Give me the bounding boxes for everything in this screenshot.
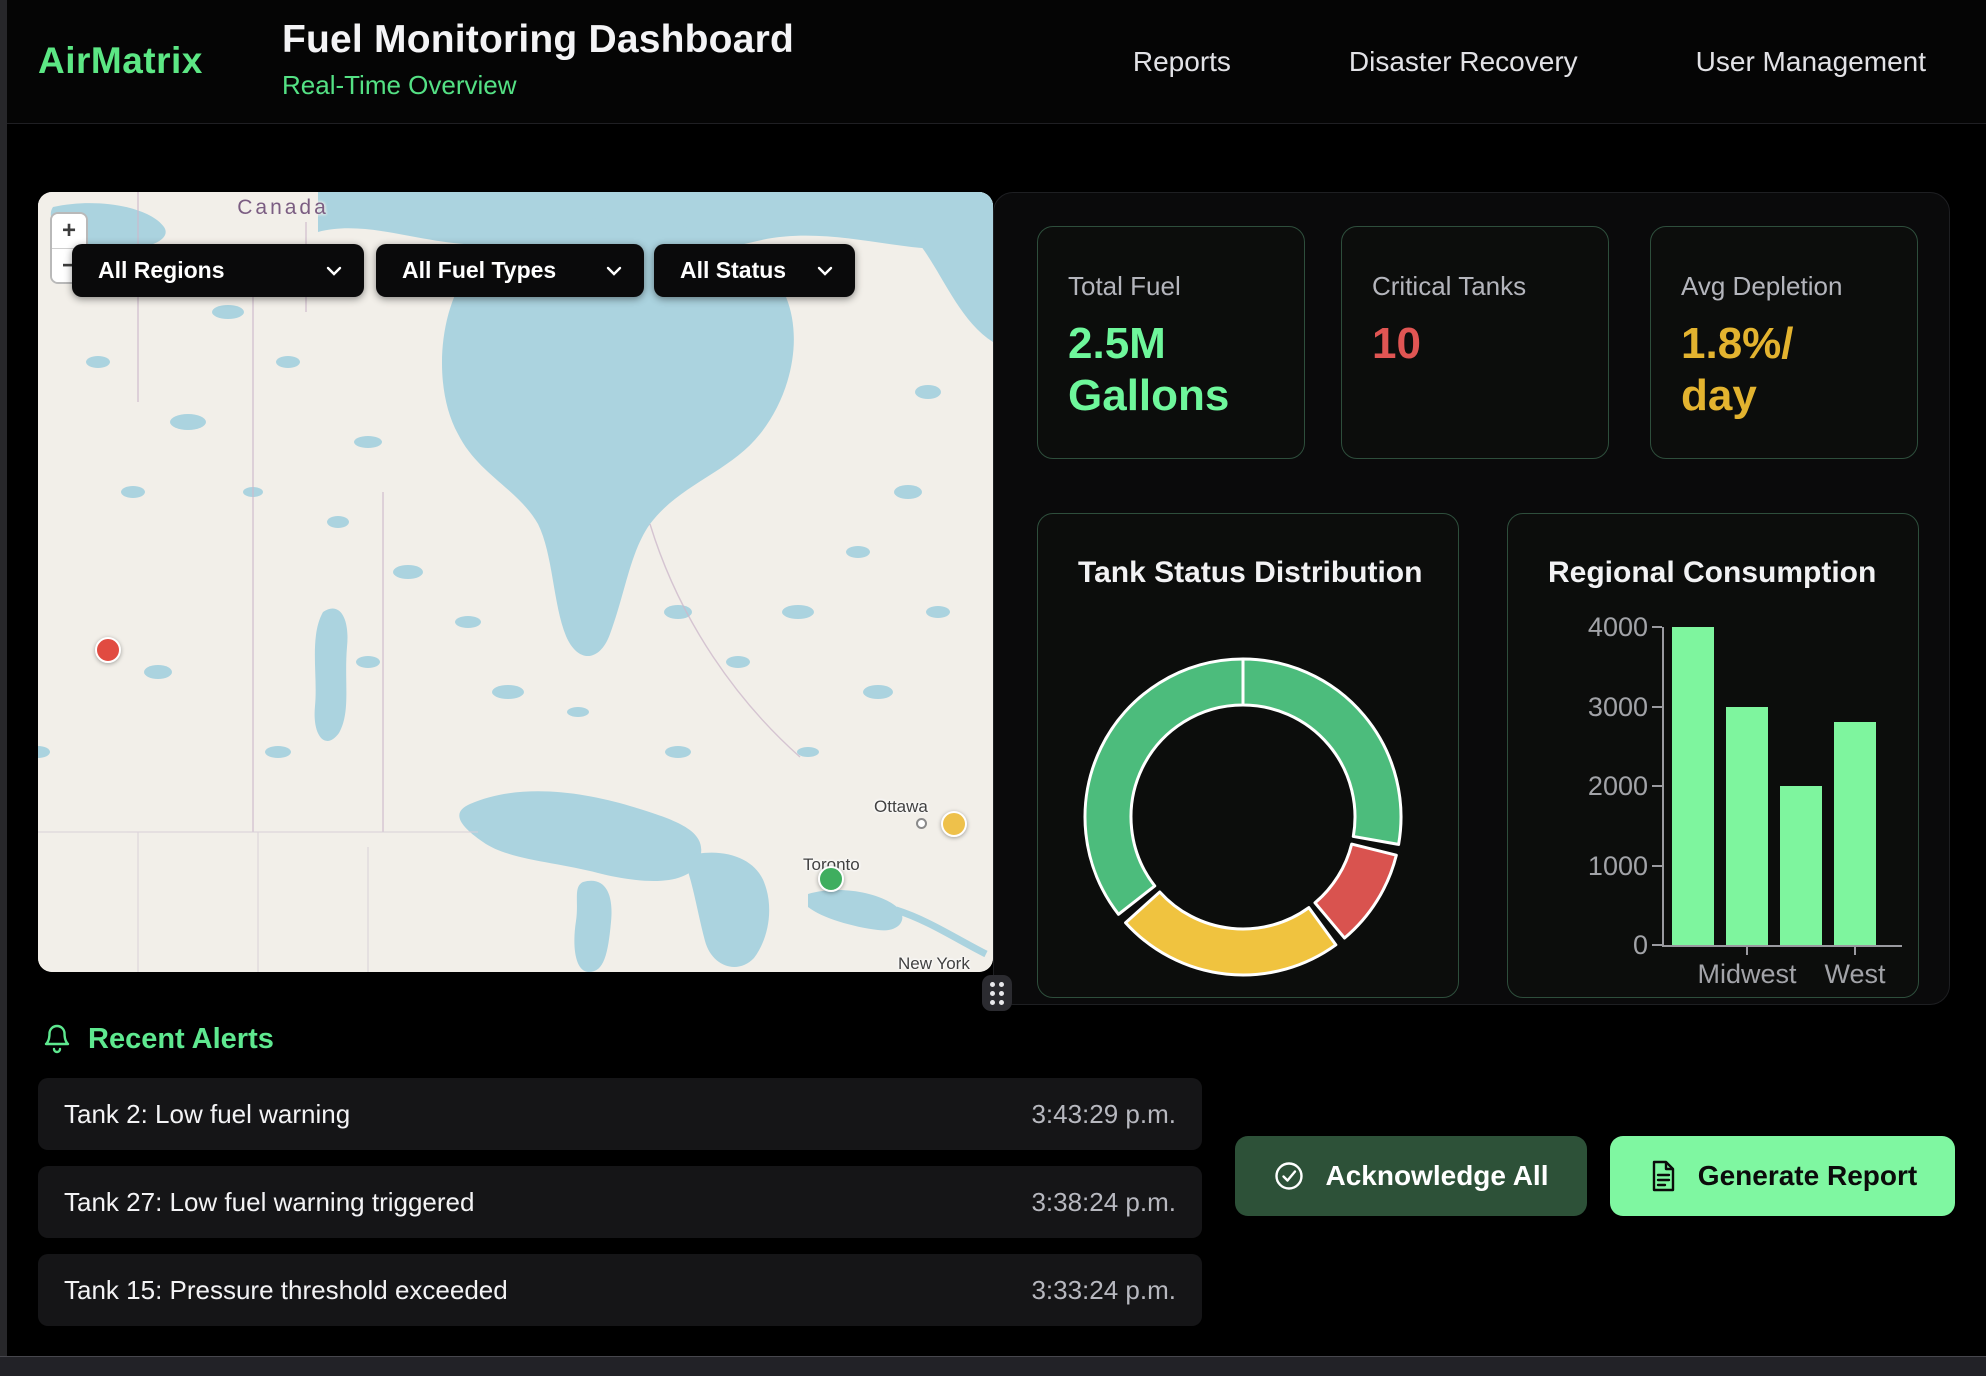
stat-value: 2.5M <box>1068 318 1274 370</box>
window-left-edge <box>0 0 7 1376</box>
stat-value-line2: Gallons <box>1068 370 1274 422</box>
alert-row[interactable]: Tank 27: Low fuel warning triggered 3:38… <box>38 1166 1202 1238</box>
fuel-map[interactable]: Canada Ottawa Toronto New York + − All R… <box>38 192 993 972</box>
stat-label: Critical Tanks <box>1372 271 1578 302</box>
recent-alerts-header: Recent Alerts <box>42 1022 274 1056</box>
tank-status-donut-chart[interactable] <box>1063 637 1423 997</box>
y-tick-label: 4000 <box>1538 612 1648 643</box>
regional-consumption-bar-chart[interactable]: 01000200030004000MidwestWest <box>1508 514 1918 997</box>
acknowledge-all-button[interactable]: Acknowledge All <box>1235 1136 1587 1216</box>
y-axis <box>1662 627 1664 947</box>
y-tick-label: 3000 <box>1538 692 1648 723</box>
stat-card-total-fuel: Total Fuel 2.5M Gallons <box>1037 226 1305 459</box>
generate-report-button[interactable]: Generate Report <box>1610 1136 1955 1216</box>
page-title: Fuel Monitoring Dashboard <box>282 18 794 62</box>
zoom-in-button[interactable]: + <box>52 214 86 248</box>
check-circle-icon <box>1273 1160 1305 1192</box>
region-filter-dropdown[interactable]: All Regions <box>72 244 364 297</box>
chevron-down-icon <box>580 266 622 276</box>
fuel-type-filter-value: All Fuel Types <box>402 257 556 284</box>
consumption-bar[interactable] <box>1780 786 1822 945</box>
title-block: Fuel Monitoring Dashboard Real-Time Over… <box>282 18 794 101</box>
nav-user-management[interactable]: User Management <box>1696 46 1926 78</box>
alert-message: Tank 15: Pressure threshold exceeded <box>64 1275 508 1306</box>
alert-row[interactable]: Tank 15: Pressure threshold exceeded 3:3… <box>38 1254 1202 1326</box>
overview-panel: Total Fuel 2.5M Gallons Critical Tanks 1… <box>993 192 1950 1005</box>
chart-title: Tank Status Distribution <box>1078 556 1422 590</box>
recent-alerts-title: Recent Alerts <box>88 1023 274 1056</box>
map-country-label: Canada <box>228 196 338 220</box>
x-axis <box>1662 945 1902 947</box>
stat-label: Avg Depletion <box>1681 271 1887 302</box>
consumption-bar[interactable] <box>1726 707 1768 946</box>
nav-reports[interactable]: Reports <box>1133 46 1231 78</box>
main-nav: Reports Disaster Recovery User Managemen… <box>1133 0 1926 124</box>
alert-timestamp: 3:33:24 p.m. <box>1031 1275 1176 1306</box>
region-filter-value: All Regions <box>98 257 225 284</box>
map-city-label-ottawa: Ottawa <box>874 797 928 817</box>
y-tick-label: 0 <box>1538 930 1648 961</box>
status-filter-dropdown[interactable]: All Status <box>654 244 855 297</box>
stat-card-avg-depletion: Avg Depletion 1.8%/ day <box>1650 226 1918 459</box>
nav-disaster-recovery[interactable]: Disaster Recovery <box>1349 46 1578 78</box>
generate-report-label: Generate Report <box>1698 1160 1917 1192</box>
chevron-down-icon <box>300 266 342 276</box>
alert-timestamp: 3:43:29 p.m. <box>1031 1099 1176 1130</box>
brand-logo[interactable]: AirMatrix <box>38 40 203 82</box>
fuel-type-filter-dropdown[interactable]: All Fuel Types <box>376 244 644 297</box>
tank-marker-critical[interactable] <box>95 637 121 663</box>
tank-marker-warning[interactable] <box>941 811 967 837</box>
document-icon <box>1648 1159 1678 1193</box>
stat-value: 10 <box>1372 318 1578 370</box>
dashboard-root: AirMatrix Fuel Monitoring Dashboard Real… <box>0 0 1986 1376</box>
alert-message: Tank 27: Low fuel warning triggered <box>64 1187 474 1218</box>
stat-value-line2: day <box>1681 370 1887 422</box>
stat-label: Total Fuel <box>1068 271 1274 302</box>
stat-card-critical-tanks: Critical Tanks 10 <box>1341 226 1609 459</box>
y-tick-label: 2000 <box>1538 771 1648 802</box>
alert-timestamp: 3:38:24 p.m. <box>1031 1187 1176 1218</box>
alert-row[interactable]: Tank 2: Low fuel warning 3:43:29 p.m. <box>38 1078 1202 1150</box>
town-dot-icon <box>916 818 927 829</box>
x-tick-label: West <box>1785 959 1925 990</box>
app-header: AirMatrix Fuel Monitoring Dashboard Real… <box>0 0 1986 124</box>
regional-consumption-chart-card: Regional Consumption 01000200030004000Mi… <box>1507 513 1919 998</box>
consumption-bar[interactable] <box>1834 722 1876 945</box>
stat-value: 1.8%/ <box>1681 318 1887 370</box>
consumption-bar[interactable] <box>1672 627 1714 945</box>
status-filter-value: All Status <box>680 257 786 284</box>
resize-grip-icon[interactable] <box>982 975 1012 1011</box>
horizontal-scrollbar[interactable] <box>0 1356 1986 1376</box>
bell-icon <box>42 1022 72 1056</box>
chevron-down-icon <box>791 266 833 276</box>
tank-status-chart-card: Tank Status Distribution <box>1037 513 1459 998</box>
page-subtitle: Real-Time Overview <box>282 70 794 101</box>
alert-message: Tank 2: Low fuel warning <box>64 1099 350 1130</box>
map-city-label-new-york: New York <box>898 954 970 972</box>
acknowledge-all-label: Acknowledge All <box>1325 1160 1548 1192</box>
y-tick-label: 1000 <box>1538 851 1648 882</box>
tank-marker-normal[interactable] <box>818 866 844 892</box>
